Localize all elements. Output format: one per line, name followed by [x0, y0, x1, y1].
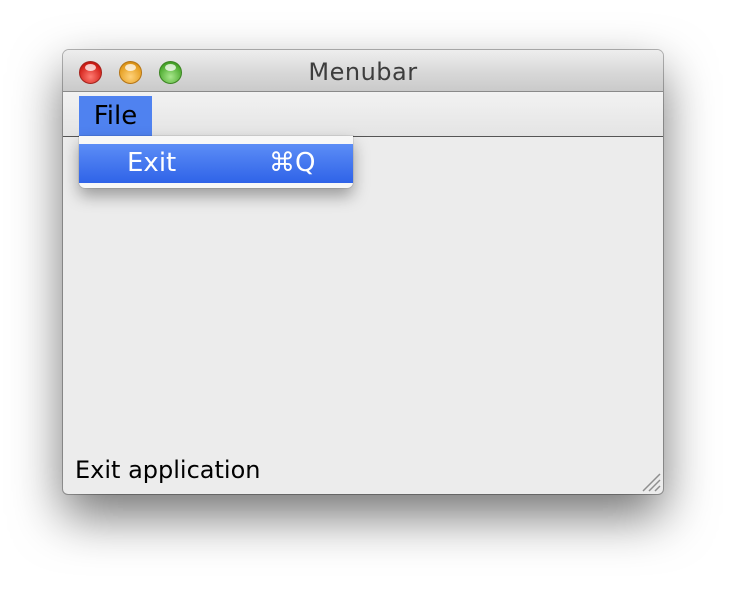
resize-grip-icon[interactable] [639, 470, 661, 492]
window-title: Menubar [308, 58, 418, 86]
menu-item-label: Exit [127, 148, 177, 178]
menu-item-exit[interactable]: Exit ⌘Q [79, 144, 353, 183]
title-bar[interactable]: Menubar [63, 50, 663, 92]
status-bar-text: Exit application [75, 456, 261, 484]
menu-item-shortcut: ⌘Q [269, 148, 316, 178]
menu-file[interactable]: File [79, 96, 152, 136]
file-menu-dropdown: Exit ⌘Q [79, 136, 353, 188]
app-window: Menubar File Exit ⌘Q Exit application [63, 50, 663, 494]
desktop-background: Menubar File Exit ⌘Q Exit application [0, 0, 733, 589]
menu-bar: File [63, 92, 663, 137]
